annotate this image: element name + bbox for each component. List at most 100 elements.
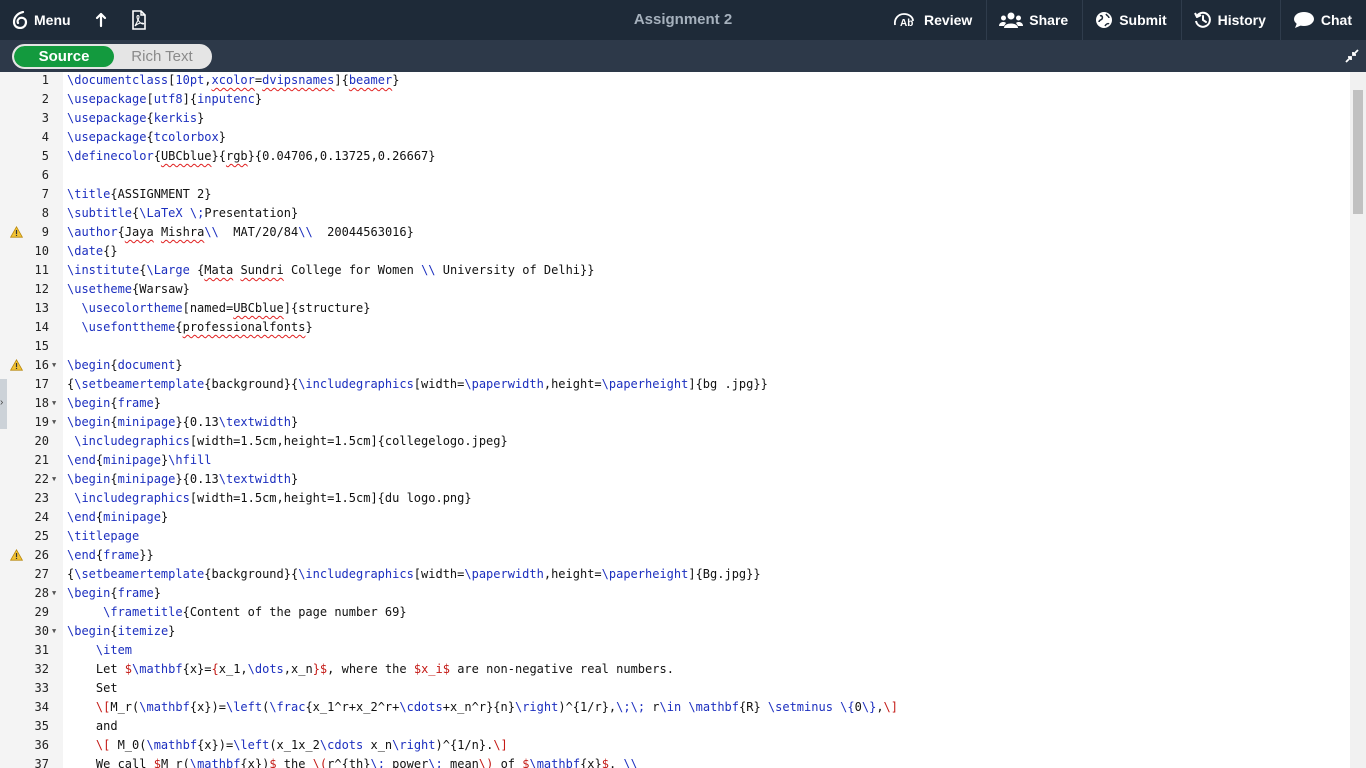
vertical-scrollbar[interactable]: [1350, 72, 1366, 768]
submit-button[interactable]: Submit: [1082, 0, 1180, 40]
code-line[interactable]: 8 \subtitle{\LaTeX \;Presentation}: [0, 205, 1350, 224]
code-text[interactable]: \end{frame}}: [67, 547, 154, 563]
code-line[interactable]: 27 {\setbeamertemplate{background}{\inclu…: [0, 566, 1350, 585]
code-text[interactable]: \begin{minipage}{0.13\textwidth}: [67, 414, 298, 430]
code-line[interactable]: 28 ▼ \begin{frame}: [0, 585, 1350, 604]
code-text[interactable]: \frametitle{Content of the page number 6…: [67, 604, 406, 620]
code-line[interactable]: 17 {\setbeamertemplate{background}{\inclu…: [0, 376, 1350, 395]
code-line[interactable]: 29 \frametitle{Content of the page numbe…: [0, 604, 1350, 623]
code-text[interactable]: \usepackage{tcolorbox}: [67, 129, 226, 145]
code-line[interactable]: 20 \includegraphics[width=1.5cm,height=1…: [0, 433, 1350, 452]
chat-button[interactable]: Chat: [1279, 0, 1366, 40]
code-line[interactable]: 13 \usecolortheme[named=UBCblue]{structu…: [0, 300, 1350, 319]
code-text[interactable]: \date{}: [67, 243, 118, 259]
warning-icon[interactable]: [9, 358, 24, 371]
code-line[interactable]: 9 \author{Jaya Mishra\\ MAT/20/84\\ 20044…: [0, 224, 1350, 243]
code-text[interactable]: \subtitle{\LaTeX \;Presentation}: [67, 205, 298, 221]
source-editor[interactable]: 1 \documentclass[10pt,xcolor=dvipsnames]{…: [0, 72, 1366, 768]
fold-toggle-icon[interactable]: ▼: [52, 414, 56, 430]
file-tree-toggle[interactable]: ›: [0, 379, 7, 429]
code-line[interactable]: 35 and: [0, 718, 1350, 737]
code-line[interactable]: 2 \usepackage[utf8]{inputenc}: [0, 91, 1350, 110]
code-text[interactable]: \titlepage: [67, 528, 139, 544]
code-line[interactable]: 19 ▼ \begin{minipage}{0.13\textwidth}: [0, 414, 1350, 433]
fold-toggle-icon[interactable]: ▼: [52, 585, 56, 601]
code-text[interactable]: \author{Jaya Mishra\\ MAT/20/84\\ 200445…: [67, 224, 414, 240]
code-line[interactable]: 16 ▼ \begin{document}: [0, 357, 1350, 376]
code-text[interactable]: and: [67, 718, 118, 734]
line-number: 9: [41, 225, 49, 239]
code-text[interactable]: \end{minipage}\hfill: [67, 452, 212, 468]
code-text[interactable]: \includegraphics[width=1.5cm,height=1.5c…: [67, 433, 507, 449]
code-line[interactable]: 37 We call $M_r(\mathbf{x})$ the \(r^{th…: [0, 756, 1350, 768]
code-text[interactable]: \[M_r(\mathbf{x})=\left(\frac{x_1^r+x_2^…: [67, 699, 898, 715]
code-text[interactable]: \title{ASSIGNMENT 2}: [67, 186, 212, 202]
scrollbar-thumb[interactable]: [1353, 90, 1363, 214]
code-text[interactable]: \usepackage{kerkis}: [67, 110, 204, 126]
code-text[interactable]: \begin{itemize}: [67, 623, 175, 639]
collapse-expand-icon[interactable]: [1344, 48, 1360, 64]
code-line[interactable]: 3 \usepackage{kerkis}: [0, 110, 1350, 129]
code-text[interactable]: {\setbeamertemplate{background}{\include…: [67, 376, 768, 392]
code-line[interactable]: 18 ▼ \begin{frame}: [0, 395, 1350, 414]
code-text[interactable]: \definecolor{UBCblue}{rgb}{0.04706,0.137…: [67, 148, 436, 164]
code-text[interactable]: \begin{frame}: [67, 585, 161, 601]
fold-toggle-icon[interactable]: ▼: [52, 357, 56, 373]
fold-toggle-icon[interactable]: ▼: [52, 623, 56, 639]
code-line[interactable]: 7 \title{ASSIGNMENT 2}: [0, 186, 1350, 205]
menu-button[interactable]: Menu: [0, 0, 83, 40]
code-text[interactable]: \item: [67, 642, 132, 658]
code-line[interactable]: 22 ▼ \begin{minipage}{0.13\textwidth}: [0, 471, 1350, 490]
code-text[interactable]: \institute{\Large {Mata Sundri College f…: [67, 262, 594, 278]
code-text[interactable]: \begin{frame}: [67, 395, 161, 411]
line-number: 10: [34, 244, 49, 258]
code-text[interactable]: \usefonttheme{professionalfonts}: [67, 319, 312, 335]
code-text[interactable]: \begin{minipage}{0.13\textwidth}: [67, 471, 298, 487]
code-text[interactable]: We call $M_r(\mathbf{x})$ the \(r^{th}\;…: [67, 756, 638, 768]
review-button[interactable]: Ab Review: [880, 0, 986, 40]
code-text[interactable]: \usecolortheme[named=UBCblue]{structure}: [67, 300, 370, 316]
code-line[interactable]: 26 \end{frame}}: [0, 547, 1350, 566]
code-line[interactable]: 25 \titlepage: [0, 528, 1350, 547]
code-line[interactable]: 10 \date{}: [0, 243, 1350, 262]
code-line[interactable]: 15: [0, 338, 1350, 357]
code-line[interactable]: 11 \institute{\Large {Mata Sundri College…: [0, 262, 1350, 281]
code-line[interactable]: 36 \[ M_0(\mathbf{x})=\left(x_1x_2\cdots…: [0, 737, 1350, 756]
source-mode-button[interactable]: Source: [14, 46, 114, 67]
code-text[interactable]: \usepackage[utf8]{inputenc}: [67, 91, 262, 107]
code-line[interactable]: 4 \usepackage{tcolorbox}: [0, 129, 1350, 148]
go-to-parent-button[interactable]: [83, 0, 119, 40]
line-number: 35: [34, 719, 49, 733]
code-text[interactable]: {\setbeamertemplate{background}{\include…: [67, 566, 761, 582]
warning-icon[interactable]: [9, 225, 24, 238]
code-line[interactable]: 12 \usetheme{Warsaw}: [0, 281, 1350, 300]
code-line[interactable]: 6: [0, 167, 1350, 186]
code-line[interactable]: 21 \end{minipage}\hfill: [0, 452, 1350, 471]
code-text[interactable]: \[ M_0(\mathbf{x})=\left(x_1x_2\cdots x_…: [67, 737, 508, 753]
rich-text-mode-button[interactable]: Rich Text: [114, 46, 210, 67]
code-line[interactable]: 31 \item: [0, 642, 1350, 661]
code-line[interactable]: 33 Set: [0, 680, 1350, 699]
code-text[interactable]: \documentclass[10pt,xcolor=dvipsnames]{b…: [67, 72, 399, 88]
code-line[interactable]: 1 \documentclass[10pt,xcolor=dvipsnames]{…: [0, 72, 1350, 91]
code-line[interactable]: 23 \includegraphics[width=1.5cm,height=1…: [0, 490, 1350, 509]
pdf-button[interactable]: [119, 0, 159, 40]
line-number: 26: [34, 548, 49, 562]
history-button[interactable]: History: [1180, 0, 1280, 40]
code-text[interactable]: \includegraphics[width=1.5cm,height=1.5c…: [67, 490, 471, 506]
code-text[interactable]: Set: [67, 680, 118, 696]
code-line[interactable]: 5 \definecolor{UBCblue}{rgb}{0.04706,0.13…: [0, 148, 1350, 167]
code-line[interactable]: 14 \usefonttheme{professionalfonts}: [0, 319, 1350, 338]
code-line[interactable]: 32 Let $\mathbf{x}={x_1,\dots,x_n}$, whe…: [0, 661, 1350, 680]
code-text[interactable]: \begin{document}: [67, 357, 183, 373]
code-line[interactable]: 24 \end{minipage}: [0, 509, 1350, 528]
fold-toggle-icon[interactable]: ▼: [52, 471, 56, 487]
share-button[interactable]: Share: [986, 0, 1082, 40]
code-line[interactable]: 30 ▼ \begin{itemize}: [0, 623, 1350, 642]
code-text[interactable]: \end{minipage}: [67, 509, 168, 525]
code-line[interactable]: 34 \[M_r(\mathbf{x})=\left(\frac{x_1^r+x…: [0, 699, 1350, 718]
code-text[interactable]: Let $\mathbf{x}={x_1,\dots,x_n}$, where …: [67, 661, 674, 677]
warning-icon[interactable]: [9, 548, 24, 561]
code-text[interactable]: \usetheme{Warsaw}: [67, 281, 190, 297]
fold-toggle-icon[interactable]: ▼: [52, 395, 56, 411]
